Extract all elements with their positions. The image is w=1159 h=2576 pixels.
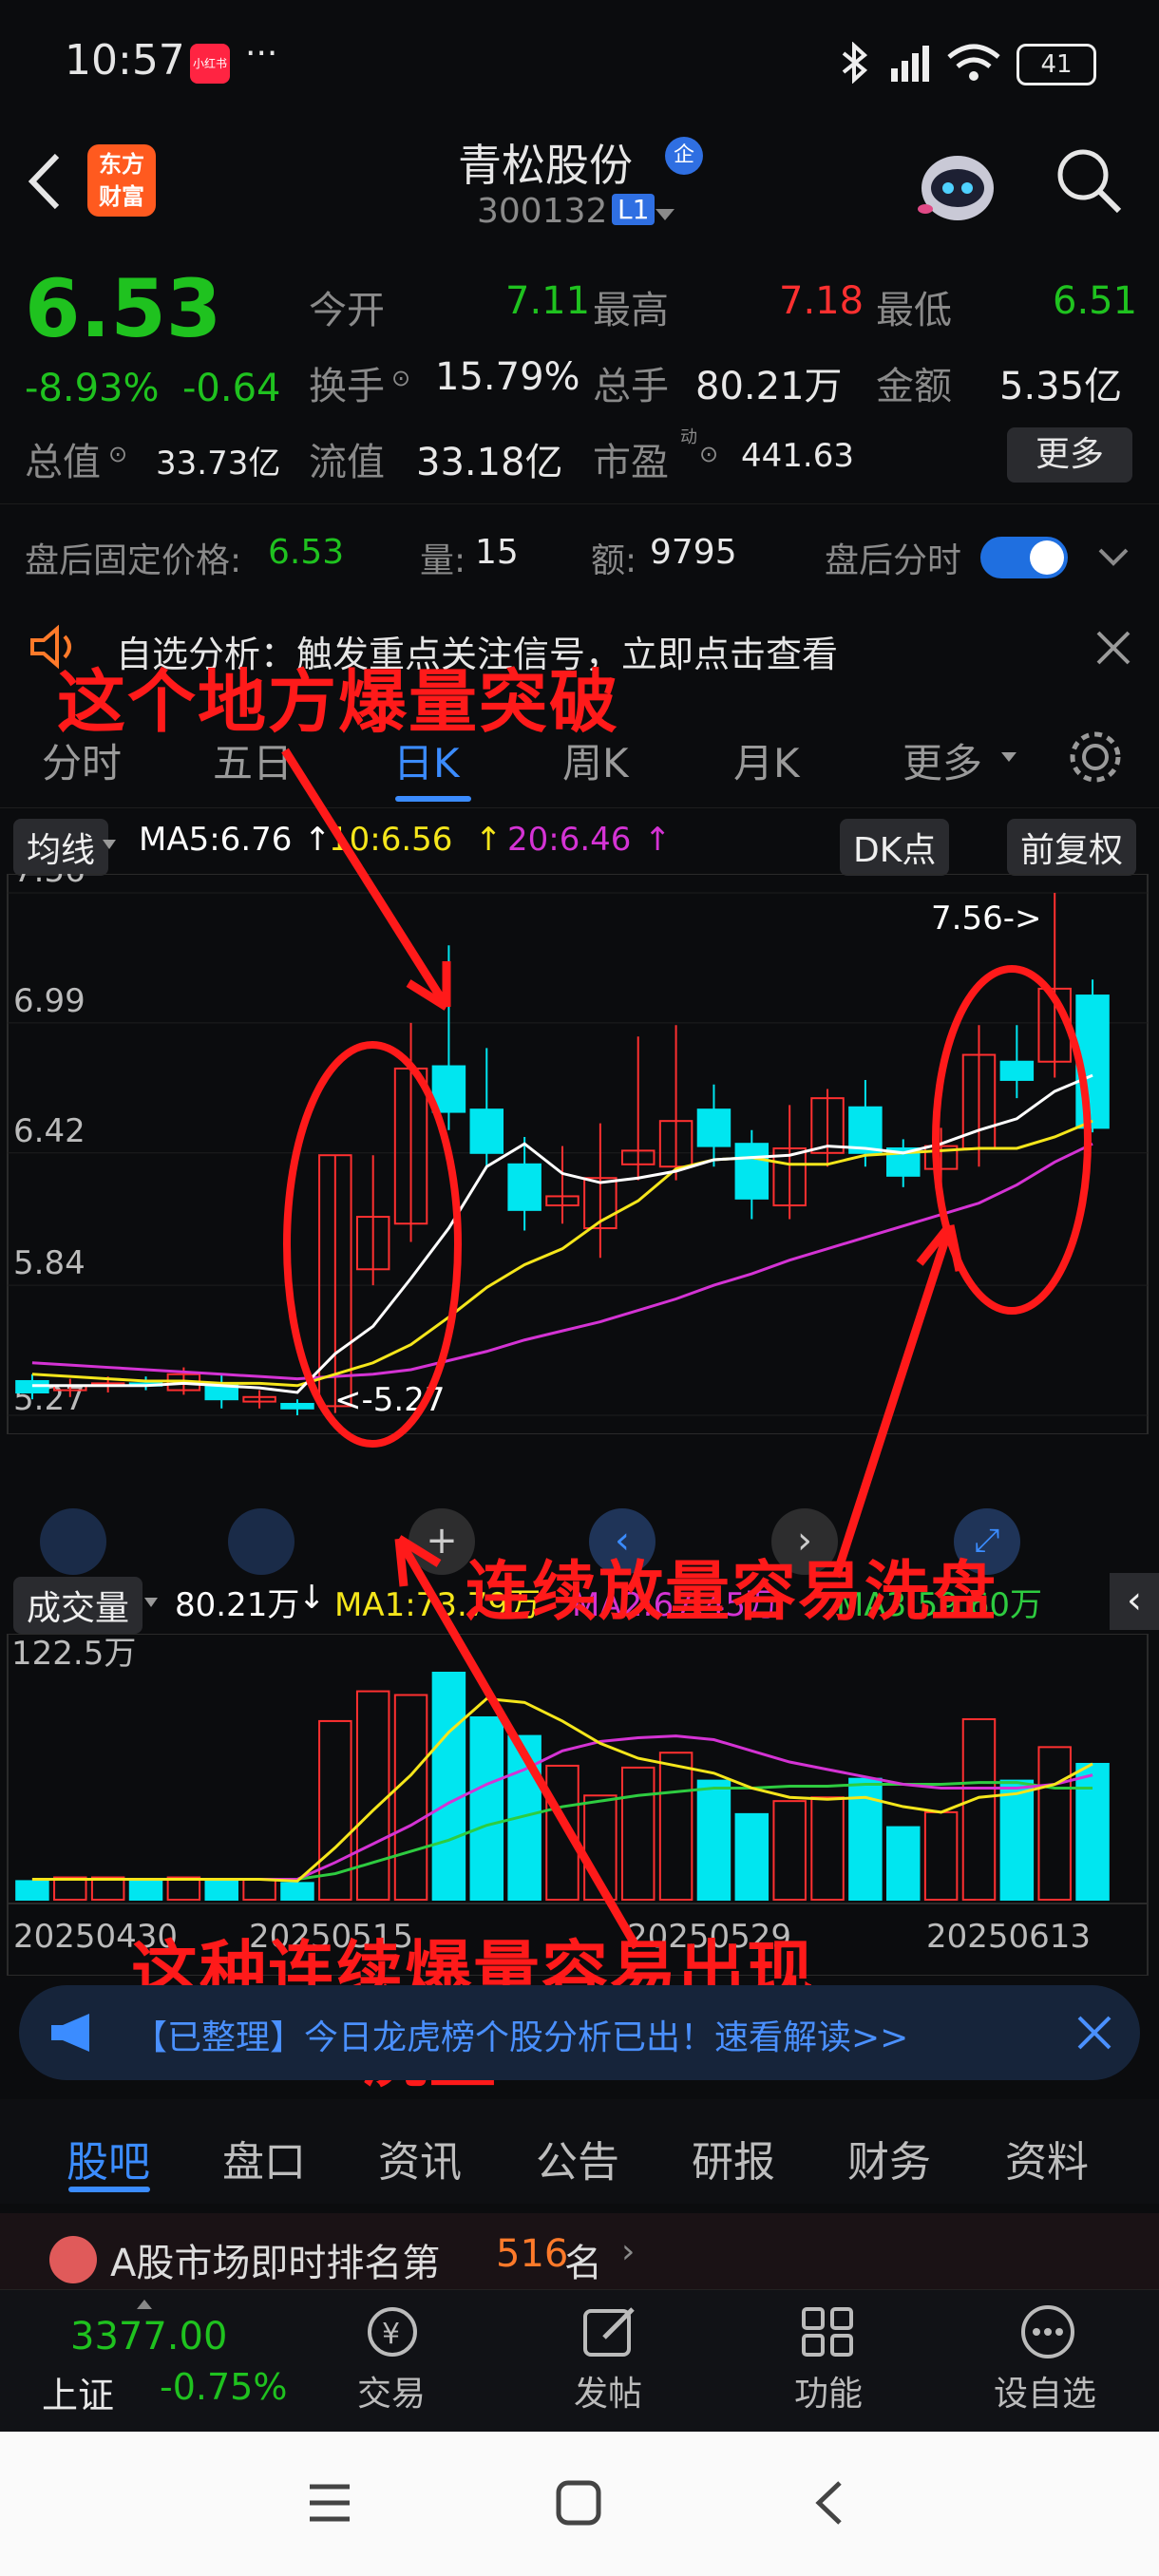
tab-news[interactable]: 资讯 bbox=[378, 2128, 462, 2188]
back-nav-icon[interactable] bbox=[809, 2479, 847, 2527]
index-change[interactable]: -0.75% bbox=[160, 2366, 287, 2408]
tab-finance[interactable]: 财务 bbox=[847, 2128, 931, 2188]
megaphone-icon bbox=[51, 2014, 89, 2052]
home-icon[interactable] bbox=[555, 2479, 602, 2527]
svg-text:¥: ¥ bbox=[382, 2318, 400, 2351]
rank-prefix: A股市场即时排名第 bbox=[110, 2242, 441, 2285]
index-value[interactable]: 3377.00 bbox=[70, 2315, 227, 2358]
active-tab-indicator bbox=[68, 2187, 150, 2192]
market-rank-row[interactable]: A股市场即时排名第 516 名 › bbox=[0, 2213, 1159, 2299]
rank-number: 516 bbox=[496, 2232, 569, 2276]
menu-icon[interactable] bbox=[306, 2481, 353, 2525]
post-label[interactable]: 发帖 bbox=[574, 2366, 642, 2415]
tab-research[interactable]: 研报 bbox=[692, 2128, 775, 2188]
add-watchlist-label[interactable]: 设自选 bbox=[994, 2366, 1096, 2415]
banner-text: 【已整理】今日龙虎榜个股分析已出！速看解读>> bbox=[133, 2018, 909, 2057]
annotation-ellipse-left bbox=[283, 1041, 462, 1448]
rank-icon bbox=[49, 2236, 97, 2283]
function-label[interactable]: 功能 bbox=[794, 2366, 863, 2415]
dragon-tiger-banner[interactable]: 【已整理】今日龙虎榜个股分析已出！速看解读>> bbox=[19, 1985, 1140, 2080]
rank-suffix: 名 bbox=[564, 2242, 602, 2285]
tab-guba[interactable]: 股吧 bbox=[66, 2128, 150, 2188]
close-icon[interactable] bbox=[1074, 2012, 1115, 2054]
annotation-text-breakout: 这个地方爆量突破 bbox=[57, 662, 620, 742]
tab-profile[interactable]: 资料 bbox=[1005, 2128, 1089, 2188]
tab-announcements[interactable]: 公告 bbox=[536, 2128, 619, 2188]
trade-label[interactable]: 交易 bbox=[357, 2366, 426, 2415]
annotation-arrow-1 bbox=[281, 748, 450, 1010]
more-dots-icon[interactable] bbox=[1015, 2303, 1081, 2360]
tab-pankou[interactable]: 盘口 bbox=[222, 2128, 306, 2188]
index-name[interactable]: 上证 bbox=[42, 2366, 114, 2418]
edit-icon[interactable] bbox=[580, 2303, 642, 2360]
system-nav-bar bbox=[0, 2432, 1159, 2576]
trade-icon[interactable]: ¥ bbox=[359, 2303, 426, 2360]
annotation-arrow-2 bbox=[831, 1223, 955, 1579]
chevron-right-icon: › bbox=[621, 2232, 636, 2271]
annotation-text-washout: 连续放量容易洗盘 bbox=[466, 1555, 998, 1630]
grid-icon[interactable] bbox=[798, 2303, 861, 2360]
content-tabs: 股吧 盘口 资讯 公告 研报 财务 资料 bbox=[0, 2099, 1159, 2204]
caret-up-icon bbox=[137, 2300, 152, 2309]
bottom-toolbar: 3377.00 上证 -0.75% ¥ 交易 发帖 功能 设自选 bbox=[0, 2289, 1159, 2433]
